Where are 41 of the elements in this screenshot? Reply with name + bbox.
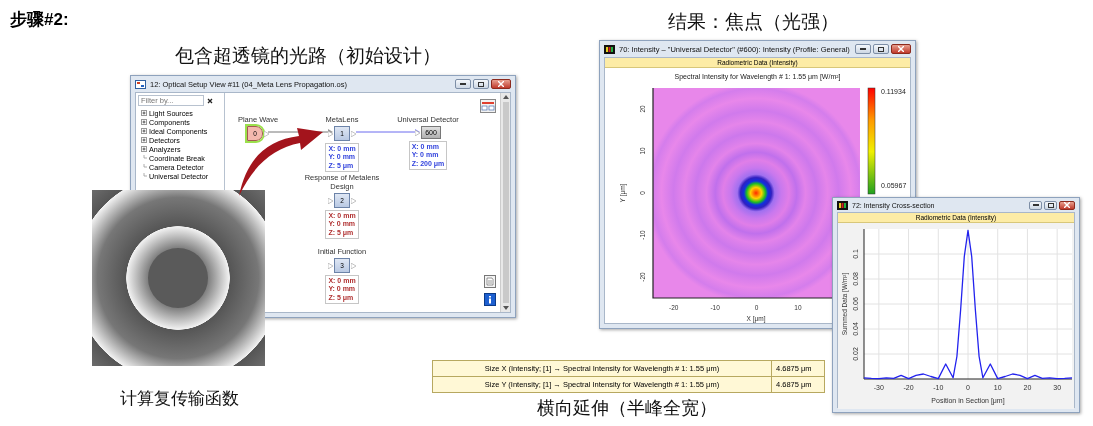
- window-icon: [837, 200, 848, 210]
- scrollbar-thumb[interactable]: [502, 102, 509, 303]
- close-button[interactable]: [491, 79, 511, 89]
- scroll-up-icon[interactable]: [502, 95, 509, 99]
- tree-line-icon: [141, 155, 147, 162]
- setup-caption: 包含超透镜的光路（初始设计）: [175, 44, 441, 68]
- transfer-caption: 计算复传输函数: [120, 388, 239, 410]
- maximize-button[interactable]: [873, 44, 889, 54]
- close-icon: [1064, 202, 1070, 208]
- tree-line-icon: [141, 164, 147, 171]
- document-icon[interactable]: [484, 275, 496, 288]
- minimize-icon: [1032, 204, 1039, 206]
- close-button[interactable]: [891, 44, 911, 54]
- minimize-button[interactable]: [455, 79, 471, 89]
- tree-line-icon: [141, 173, 147, 180]
- close-icon: [498, 81, 504, 87]
- result-caption: 结果：焦点（光强）: [668, 10, 839, 34]
- expand-icon[interactable]: [141, 146, 147, 153]
- close-button[interactable]: [1059, 200, 1075, 210]
- expand-icon[interactable]: [141, 137, 147, 144]
- maximize-button[interactable]: [473, 79, 489, 89]
- window-icon: [135, 79, 146, 89]
- fwhm-caption: 横向延伸（半峰全宽）: [537, 397, 717, 420]
- expand-icon[interactable]: [141, 110, 147, 117]
- maximize-button[interactable]: [1044, 200, 1057, 210]
- expand-icon[interactable]: [141, 128, 147, 135]
- close-icon: [898, 46, 904, 52]
- maximize-icon: [878, 46, 884, 52]
- minimize-icon: [460, 83, 466, 85]
- minimize-button[interactable]: [855, 44, 871, 54]
- maximize-icon: [478, 81, 484, 87]
- window-icon: [604, 44, 615, 54]
- expand-icon[interactable]: [141, 119, 147, 126]
- clear-icon[interactable]: [207, 97, 213, 104]
- layout-toolbar-icon[interactable]: [480, 99, 496, 113]
- step-heading: 步骤#2:: [10, 9, 69, 31]
- info-icon[interactable]: [484, 293, 496, 306]
- minimize-button[interactable]: [1029, 200, 1042, 210]
- maximize-icon: [1047, 202, 1054, 208]
- scroll-down-icon[interactable]: [502, 306, 509, 310]
- minimize-icon: [860, 48, 866, 50]
